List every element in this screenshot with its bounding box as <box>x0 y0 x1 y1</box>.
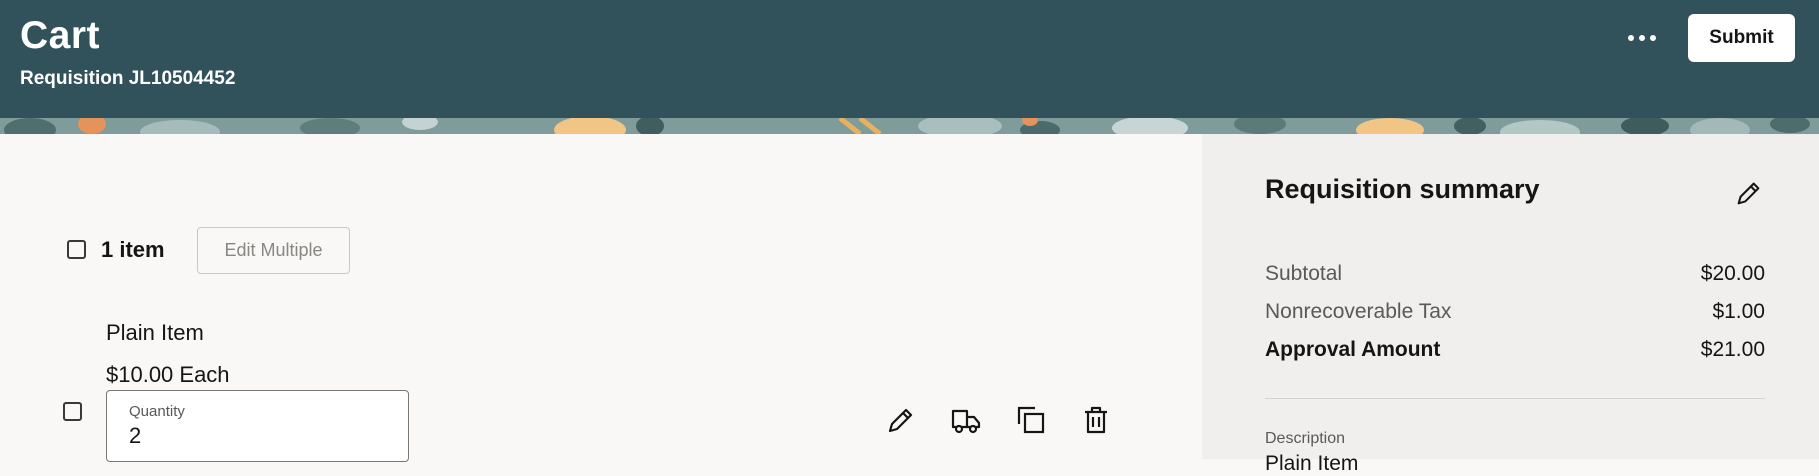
trash-icon[interactable] <box>1080 404 1112 436</box>
requisition-subtitle: Requisition JL10504452 <box>20 68 236 89</box>
tax-value: $1.00 <box>1712 300 1765 323</box>
decorative-banner <box>0 118 1819 134</box>
requisition-summary-panel: Requisition summary Subtotal $20.00 Nonr… <box>1202 134 1819 475</box>
tax-row: Nonrecoverable Tax $1.00 <box>1265 300 1765 324</box>
more-dot <box>1639 35 1645 41</box>
banner-pattern <box>0 118 1819 134</box>
quantity-value[interactable]: 2 <box>129 423 141 449</box>
cart-main: 1 item Edit Multiple Plain Item $10.00 E… <box>0 134 1202 462</box>
item-price: $10.00 Each <box>106 362 230 387</box>
item-checkbox[interactable] <box>63 402 82 421</box>
description-value: Plain Item <box>1265 452 1359 475</box>
description-label: Description <box>1265 430 1346 447</box>
truck-icon[interactable] <box>950 404 982 436</box>
edit-multiple-button[interactable]: Edit Multiple <box>197 227 350 274</box>
select-all-checkbox[interactable] <box>67 240 86 259</box>
subtotal-value: $20.00 <box>1700 262 1765 285</box>
more-dot <box>1650 35 1656 41</box>
approval-amount-value: $21.00 <box>1700 338 1765 361</box>
item-name[interactable]: Plain Item <box>106 320 204 346</box>
edit-summary-icon[interactable] <box>1734 178 1764 208</box>
more-horizontal-icon <box>1628 35 1634 41</box>
more-actions-button[interactable] <box>1622 20 1662 56</box>
edit-icon[interactable] <box>885 404 917 436</box>
quantity-label: Quantity <box>129 403 185 420</box>
approval-amount-label: Approval Amount <box>1265 338 1441 361</box>
page-header: Cart Requisition JL10504452 Submit <box>0 0 1819 118</box>
tax-label: Nonrecoverable Tax <box>1265 300 1452 323</box>
subtotal-label: Subtotal <box>1265 262 1343 285</box>
quantity-field[interactable]: Quantity 2 <box>106 390 409 462</box>
page-title: Cart <box>20 14 101 57</box>
submit-button[interactable]: Submit <box>1688 14 1795 62</box>
summary-divider <box>1265 398 1765 399</box>
subtotal-row: Subtotal $20.00 <box>1265 262 1765 286</box>
item-count: 1 item <box>101 237 165 262</box>
approval-amount-row: Approval Amount $21.00 <box>1265 338 1765 362</box>
copy-icon[interactable] <box>1015 404 1047 436</box>
summary-title: Requisition summary <box>1265 174 1540 204</box>
